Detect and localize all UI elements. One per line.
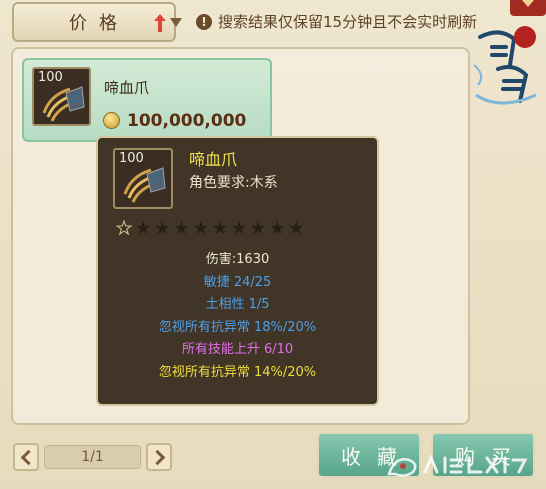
star-icon: ★ [269,218,286,239]
chevron-down-icon [170,18,182,27]
sort-label: 价格 [69,13,129,34]
listing-item-slot[interactable]: 100 [32,67,91,126]
claw-weapon-icon [42,86,85,122]
tooltip-requirement: 角色要求:木系 [189,175,278,191]
stat-line: 伤害:1630 [205,252,270,267]
gold-coin-icon [103,112,120,129]
notice-text: 搜索结果仅保留15分钟且不会实时刷新 [218,13,478,31]
star-icon: ★ [230,218,247,239]
listing-price: 100,000,000 [127,111,247,131]
star-icon: ★ [249,218,267,239]
prev-page-button[interactable] [13,443,39,471]
exclamation-icon: ! [196,13,212,30]
stat-line: 所有技能上升 6/10 [181,342,294,357]
star-rating: ★ ★ ★ ★ ★ ★ ★ ★ ★ ★ [115,218,305,239]
star-icon: ★ [173,218,190,239]
stat-line: 土相性 1/5 [205,297,270,312]
tooltip-item-name: 啼血爪 [189,150,238,169]
star-icon: ★ [192,218,209,239]
claw-weapon-icon [123,167,166,203]
logo-seal [514,26,536,48]
chevron-left-icon [20,449,36,465]
page-indicator: 1/1 [44,445,141,469]
star-icon: ★ [288,218,305,239]
star-icon: ★ [154,218,171,239]
sort-by-price-button[interactable]: 价格 [12,2,182,42]
sort-arrow-icon [154,14,166,32]
listing-name: 啼血爪 [104,79,150,97]
auction-search-screen: 价格 ! 搜索结果仅保留15分钟且不会实时刷新 100 啼血爪 100,000,… [0,0,546,489]
star-icon: ★ [115,218,133,239]
close-tab[interactable] [510,0,546,16]
next-page-button[interactable] [146,443,172,471]
tooltip-item-slot: 100 [113,148,173,209]
notice-banner: ! 搜索结果仅保留15分钟且不会实时刷新 [196,11,477,32]
stat-line: 忽视所有抗异常 14%/20% [158,364,317,380]
sina-games-watermark [387,454,528,477]
star-icon: ★ [135,218,152,239]
tooltip-stats: 伤害:1630 敏捷 24/25 土相性 1/5 忽视所有抗异常 18%/20% 所有技… [98,249,377,384]
stat-line: 忽视所有抗异常 18%/20% [158,319,317,335]
chevron-right-icon [149,449,165,465]
stat-line: 敏捷 24/25 [203,274,272,290]
star-icon: ★ [211,218,228,239]
